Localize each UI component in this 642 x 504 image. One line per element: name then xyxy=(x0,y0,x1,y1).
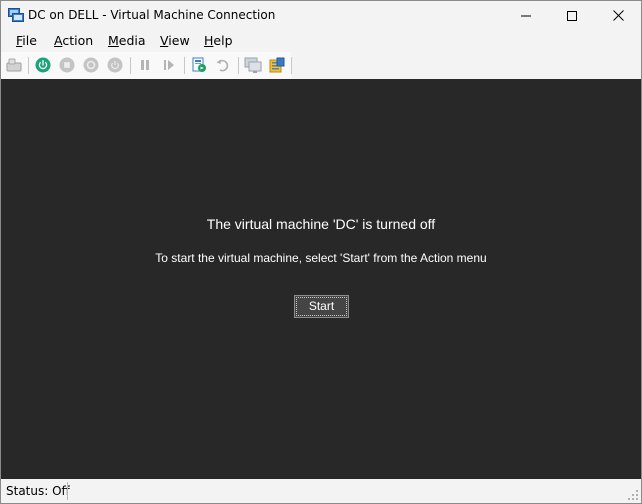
settings-icon xyxy=(269,57,285,73)
maximize-icon xyxy=(567,10,577,21)
vm-connection-window: DC on DELL - Virtual Machine Connection … xyxy=(0,0,642,504)
menu-file-label: ile xyxy=(22,33,37,48)
menu-view[interactable]: View xyxy=(160,33,190,48)
toolbar-separator xyxy=(291,57,292,74)
menu-action[interactable]: Action xyxy=(54,33,93,48)
pause-button[interactable] xyxy=(136,56,154,74)
resize-grip-icon[interactable] xyxy=(628,490,638,500)
menu-help-accesskey: H xyxy=(204,33,214,48)
menu-action-label: ction xyxy=(62,33,94,48)
pause-icon xyxy=(141,60,149,70)
ctrl-alt-del-icon xyxy=(6,58,22,72)
menu-media-accesskey: M xyxy=(108,33,119,48)
checkpoint-button[interactable] xyxy=(190,56,208,74)
resume-button[interactable] xyxy=(160,56,178,74)
status-bar: Status: Off xyxy=(1,479,641,503)
turn-off-icon xyxy=(59,57,75,73)
status-separator xyxy=(67,482,68,500)
toolbar xyxy=(1,52,641,79)
status-text: Status: Off xyxy=(6,484,70,498)
toolbar-separator xyxy=(130,57,131,74)
menu-help[interactable]: Help xyxy=(204,33,233,48)
vm-state-heading: The virtual machine 'DC' is turned off xyxy=(206,216,436,232)
shut-down-button[interactable] xyxy=(82,56,100,74)
window-title: DC on DELL - Virtual Machine Connection xyxy=(28,8,276,22)
minimize-icon xyxy=(521,15,531,16)
toolbar-separator xyxy=(28,57,29,74)
revert-button[interactable] xyxy=(214,56,232,74)
resume-icon xyxy=(164,60,174,70)
shut-down-icon xyxy=(83,57,99,73)
turn-off-button[interactable] xyxy=(58,56,76,74)
ctrl-alt-del-button[interactable] xyxy=(5,56,23,74)
close-icon xyxy=(612,10,624,21)
revert-icon xyxy=(216,59,229,72)
save-state-button[interactable] xyxy=(106,56,124,74)
menu-file[interactable]: File xyxy=(16,33,37,48)
toolbar-separator xyxy=(238,57,239,74)
menu-bar: File Action Media View Help xyxy=(1,30,641,52)
start-button[interactable]: Start xyxy=(294,295,349,318)
maximize-button[interactable] xyxy=(549,1,595,30)
vm-connection-app-icon xyxy=(8,7,24,23)
menu-help-label: elp xyxy=(213,33,233,48)
minimize-button[interactable] xyxy=(503,1,549,30)
settings-button[interactable] xyxy=(268,56,286,74)
toolbar-separator xyxy=(184,57,185,74)
vm-display-area[interactable]: The virtual machine 'DC' is turned off T… xyxy=(1,79,641,479)
vm-start-instruction: To start the virtual machine, select 'St… xyxy=(155,251,487,265)
enhanced-session-icon xyxy=(244,57,262,73)
title-bar[interactable]: DC on DELL - Virtual Machine Connection xyxy=(1,1,641,30)
start-toolbar-button[interactable] xyxy=(34,56,52,74)
menu-media[interactable]: Media xyxy=(108,33,146,48)
save-state-icon xyxy=(107,57,123,73)
close-button[interactable] xyxy=(595,1,641,30)
menu-media-label: edia xyxy=(118,33,146,48)
checkpoint-icon xyxy=(192,57,206,72)
enhanced-session-button[interactable] xyxy=(244,56,262,74)
menu-view-label: iew xyxy=(168,33,190,48)
start-icon xyxy=(35,57,51,73)
